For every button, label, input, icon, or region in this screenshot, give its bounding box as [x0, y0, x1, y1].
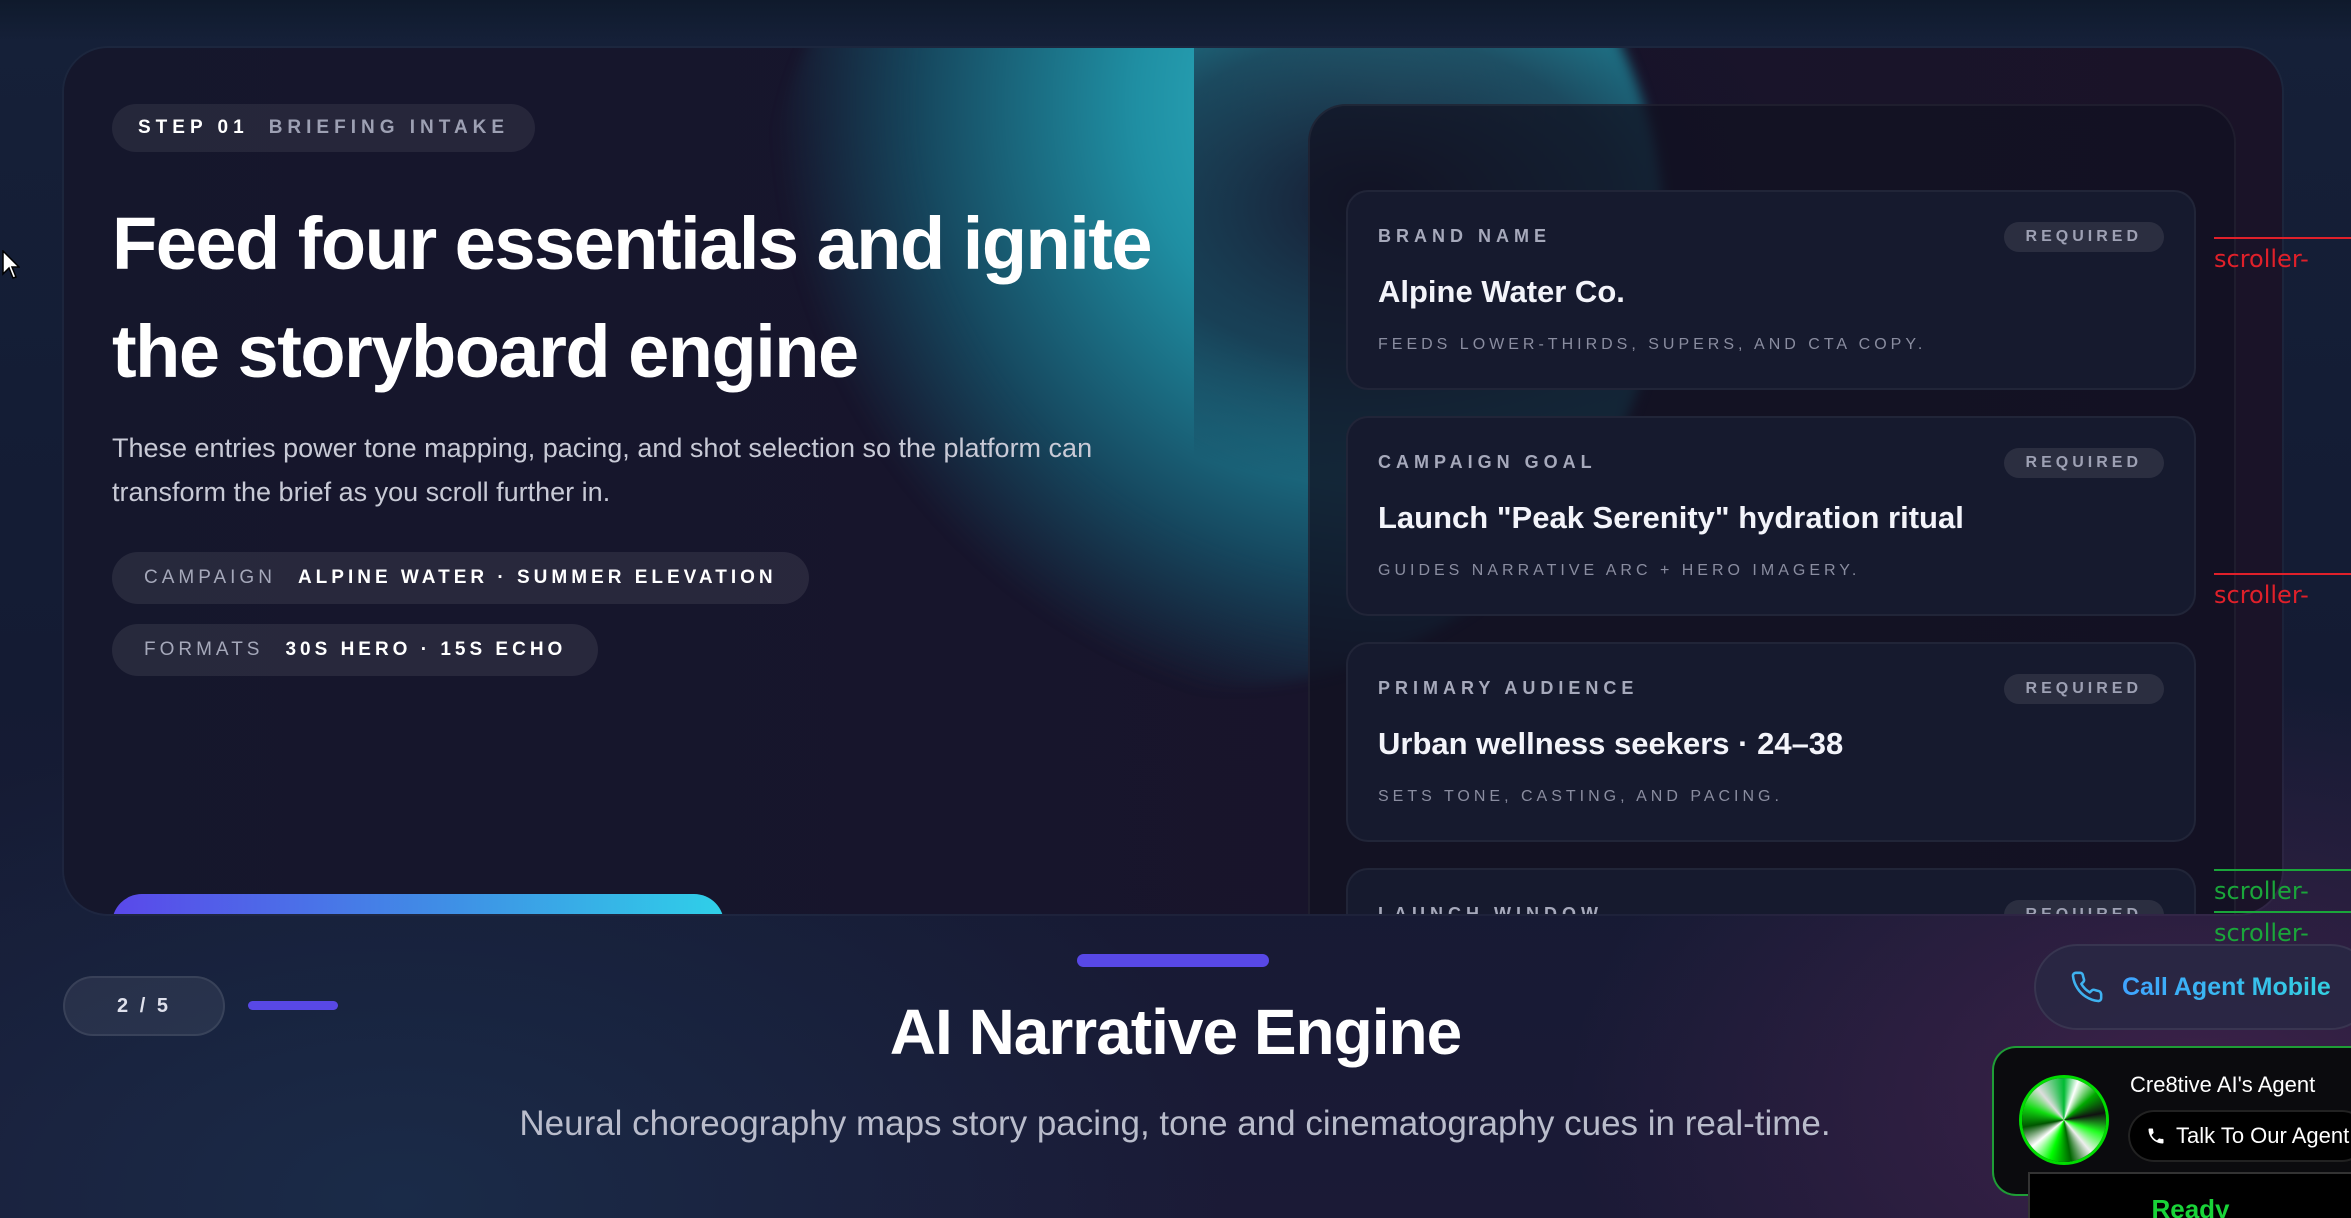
- call-agent-mobile-label: Call Agent Mobile: [2122, 972, 2331, 1001]
- agent-status: Ready: [2030, 1174, 2351, 1218]
- step-pill: STEP 01 BRIEFING INTAKE: [112, 104, 536, 152]
- scroller-start-marker-green: scroller-: [2214, 869, 2351, 905]
- required-badge: REQUIRED: [2003, 448, 2164, 478]
- step-label: BRIEFING INTAKE: [268, 117, 510, 138]
- required-badge: REQUIRED: [2003, 674, 2164, 704]
- step-number: STEP 01: [138, 117, 249, 138]
- briefing-card: STEP 01 BRIEFING INTAKE Feed four essent…: [64, 48, 2282, 914]
- agent-name: Cre8tive AI's Agent: [2130, 1072, 2316, 1097]
- phone-icon: [2071, 971, 2103, 1003]
- primary-cta-button[interactable]: [112, 894, 724, 914]
- scroller-end-marker: scroller-: [2214, 573, 2351, 609]
- scroller-start-marker: scroller-: [2214, 237, 2351, 273]
- section-divider: [1077, 954, 1269, 967]
- mouse-cursor-icon: [2, 250, 20, 279]
- scroller-end-marker-green: scroller-: [2214, 911, 2351, 947]
- brief-fields-panel[interactable]: BRAND NAME REQUIRED Alpine Water Co. FEE…: [1308, 104, 2236, 914]
- agent-widget: Cre8tive AI's Agent Talk To Our Agent: [1994, 1048, 2351, 1194]
- campaign-pill: CAMPAIGN ALPINE WATER · SUMMER ELEVATION: [112, 552, 809, 604]
- primary-audience-field[interactable]: PRIMARY AUDIENCE REQUIRED Urban wellness…: [1346, 642, 2196, 842]
- call-agent-mobile-button[interactable]: Call Agent Mobile: [2034, 944, 2351, 1030]
- brand-name-field[interactable]: BRAND NAME REQUIRED Alpine Water Co. FEE…: [1346, 190, 2196, 390]
- phone-icon: [2148, 1128, 2164, 1144]
- brand-name-value[interactable]: Alpine Water Co.: [1378, 274, 1625, 310]
- section-subtitle: Neural choreography maps story pacing, t…: [519, 1104, 1831, 1143]
- campaign-goal-value[interactable]: Launch "Peak Serenity" hydration ritual: [1378, 500, 1964, 536]
- page-title: Feed four essentials and ignite the stor…: [112, 202, 1153, 393]
- campaign-goal-field[interactable]: CAMPAIGN GOAL REQUIRED Launch "Peak Sere…: [1346, 416, 2196, 616]
- top-edge: [0, 0, 2351, 40]
- primary-audience-value[interactable]: Urban wellness seekers · 24–38: [1378, 726, 1843, 762]
- launch-window-field[interactable]: LAUNCH WINDOW REQUIRED: [1346, 868, 2196, 914]
- talk-to-agent-button[interactable]: Talk To Our Agent: [2128, 1110, 2351, 1162]
- formats-pill: FORMATS 30S HERO · 15S ECHO: [112, 624, 599, 676]
- required-badge: REQUIRED: [2003, 900, 2164, 914]
- required-badge: REQUIRED: [2003, 222, 2164, 252]
- agent-avatar: [2022, 1078, 2106, 1162]
- hero-description: These entries power tone mapping, pacing…: [112, 433, 1093, 507]
